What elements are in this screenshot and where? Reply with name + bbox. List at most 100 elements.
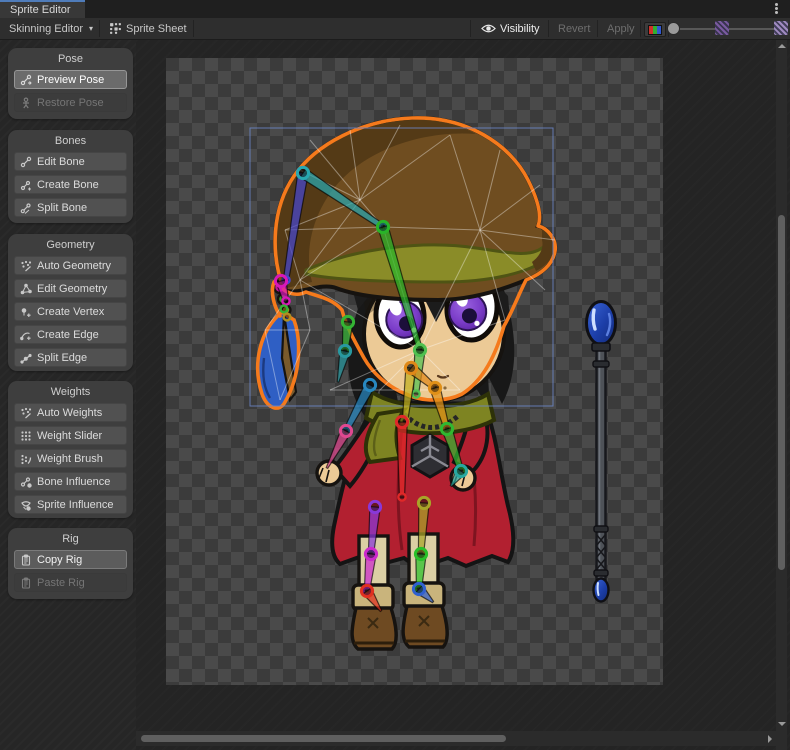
neck-bone-end-joint[interactable]: [412, 390, 419, 397]
auto-geometry-icon: [20, 260, 32, 272]
arm-l-bone-joint[interactable]: [340, 425, 351, 436]
create-vertex-icon: [20, 306, 32, 318]
visibility-label: Visibility: [500, 23, 540, 35]
weights-group: Weights Auto Weights Weight Slider Weigh…: [8, 381, 133, 518]
scroll-up-arrow[interactable]: [778, 44, 786, 48]
copy-rig-icon: [20, 554, 32, 566]
split-bone-icon: [20, 202, 32, 214]
create-bone-icon: [20, 179, 32, 191]
neck-bone-joint[interactable]: [414, 344, 425, 355]
foot-r-bone-joint[interactable]: [413, 583, 424, 594]
toolbar-separator: [640, 20, 641, 37]
geometry-group-title: Geometry: [8, 234, 133, 256]
bones-group: Bones Edit Bone Create Bone Split Bone: [8, 130, 133, 223]
thigh-l-bone-joint[interactable]: [369, 501, 380, 512]
sprite-sheet-label: Sprite Sheet: [126, 23, 187, 35]
head-bone-joint[interactable]: [377, 221, 388, 232]
restore-pose-button[interactable]: Restore Pose: [14, 93, 127, 112]
opacity-slider-track[interactable]: [676, 28, 784, 30]
skinning-editor-label: Skinning Editor: [9, 23, 83, 35]
shin-r-bone-joint[interactable]: [415, 548, 426, 559]
revert-button[interactable]: Revert: [551, 18, 597, 39]
bone-color-swatch[interactable]: [644, 22, 666, 37]
sprite-influence-icon: [20, 499, 32, 511]
chevron-down-icon: ▾: [89, 24, 93, 33]
paste-rig-button[interactable]: Paste Rig: [14, 573, 127, 592]
weight-slider-button[interactable]: Weight Slider: [14, 426, 127, 445]
bone-joint[interactable]: [284, 314, 291, 321]
eye-icon: [481, 23, 496, 34]
toolbar-separator: [193, 20, 194, 37]
create-edge-button[interactable]: Create Edge: [14, 325, 127, 344]
create-edge-icon: [20, 329, 32, 341]
create-vertex-button[interactable]: Create Vertex: [14, 302, 127, 321]
bone-influence-button[interactable]: Bone Influence: [14, 472, 127, 491]
bone-joint[interactable]: [281, 306, 288, 313]
auto-geometry-button[interactable]: Auto Geometry: [14, 256, 127, 275]
tab-sprite-editor[interactable]: Sprite Editor: [0, 0, 85, 18]
split-edge-button[interactable]: Split Edge: [14, 348, 127, 367]
vertical-scroll-thumb[interactable]: [778, 215, 785, 570]
apply-button[interactable]: Apply: [600, 18, 642, 39]
edit-bone-button[interactable]: Edit Bone: [14, 152, 127, 171]
horizontal-scrollbar[interactable]: [136, 731, 776, 746]
edit-geometry-button[interactable]: Edit Geometry: [14, 279, 127, 298]
bones-group-title: Bones: [8, 130, 133, 152]
ear-bone-lower-joint[interactable]: [339, 345, 350, 356]
forearm-r-bone-joint[interactable]: [441, 423, 452, 434]
toolbar-separator: [548, 20, 549, 37]
preview-pose-button[interactable]: Preview Pose: [14, 70, 127, 89]
skinning-tool-panel: Pose Preview Pose Restore Pose Bones Edi…: [0, 40, 136, 750]
vertical-scrollbar[interactable]: [776, 40, 787, 750]
edit-bone-icon: [20, 156, 32, 168]
bone-influence-icon: [20, 476, 32, 488]
edit-geometry-icon: [20, 283, 32, 295]
restore-pose-icon: [20, 97, 32, 109]
shoulder-l-bone-joint[interactable]: [364, 379, 375, 390]
skinning-editor-dropdown[interactable]: Skinning Editor ▾: [2, 18, 100, 39]
tab-bar: Sprite Editor: [0, 0, 790, 18]
hat-brim-bone-joint[interactable]: [297, 167, 308, 178]
weight-brush-button[interactable]: Weight Brush: [14, 449, 127, 468]
auto-weights-button[interactable]: Auto Weights: [14, 403, 127, 422]
split-bone-button[interactable]: Split Bone: [14, 198, 127, 217]
spine-bone-joint[interactable]: [396, 416, 407, 427]
scroll-right-arrow[interactable]: [768, 735, 772, 743]
shoulder-r-bone-joint[interactable]: [405, 362, 416, 373]
toolbar: Skinning Editor ▾ Sprite Sheet Visibilit…: [0, 18, 790, 40]
hat-sprite: [275, 118, 555, 300]
rig-group: Rig Copy Rig Paste Rig: [8, 528, 133, 599]
geometry-group: Geometry Auto Geometry Edit Geometry Cre…: [8, 234, 133, 371]
sprite-canvas[interactable]: [166, 58, 663, 685]
sprite-influence-button[interactable]: Sprite Influence: [14, 495, 127, 514]
shin-l-bone-joint[interactable]: [365, 548, 376, 559]
sprite-opacity-icon[interactable]: [715, 21, 729, 35]
foot-l-bone-joint[interactable]: [361, 585, 372, 596]
toolbar-separator: [470, 20, 471, 37]
create-bone-button[interactable]: Create Bone: [14, 175, 127, 194]
upper-arm-r-bone-joint[interactable]: [429, 382, 440, 393]
ear-bone-upper-joint[interactable]: [342, 316, 353, 327]
opacity-slider-knob[interactable]: [667, 22, 680, 35]
weight-slider-icon: [20, 430, 32, 442]
tip-ornament-bone-end-joint[interactable]: [282, 297, 289, 304]
split-edge-icon: [20, 352, 32, 364]
kebab-menu-icon[interactable]: [770, 2, 782, 16]
staff-sprite: [587, 302, 616, 602]
pose-group: Pose Preview Pose Restore Pose: [8, 48, 133, 119]
horizontal-scroll-thumb[interactable]: [141, 735, 506, 742]
canvas-viewport[interactable]: [136, 40, 790, 750]
spine-bone-end-joint[interactable]: [398, 493, 405, 500]
weights-group-title: Weights: [8, 381, 133, 403]
copy-rig-button[interactable]: Copy Rig: [14, 550, 127, 569]
scroll-down-arrow[interactable]: [778, 722, 786, 726]
thigh-r-bone-joint[interactable]: [418, 497, 429, 508]
sprite-editor-window: Sprite Editor Skinning Editor ▾ Sprite S…: [0, 0, 790, 750]
visibility-toggle[interactable]: Visibility: [474, 18, 547, 39]
toolbar-separator: [597, 20, 598, 37]
tip-ornament-bone-joint[interactable]: [275, 275, 286, 286]
mesh-opacity-icon[interactable]: [774, 21, 788, 35]
toolbar-separator: [99, 20, 100, 37]
hand-r-bone-joint[interactable]: [455, 465, 466, 476]
sprite-sheet-button[interactable]: Sprite Sheet: [102, 18, 194, 39]
